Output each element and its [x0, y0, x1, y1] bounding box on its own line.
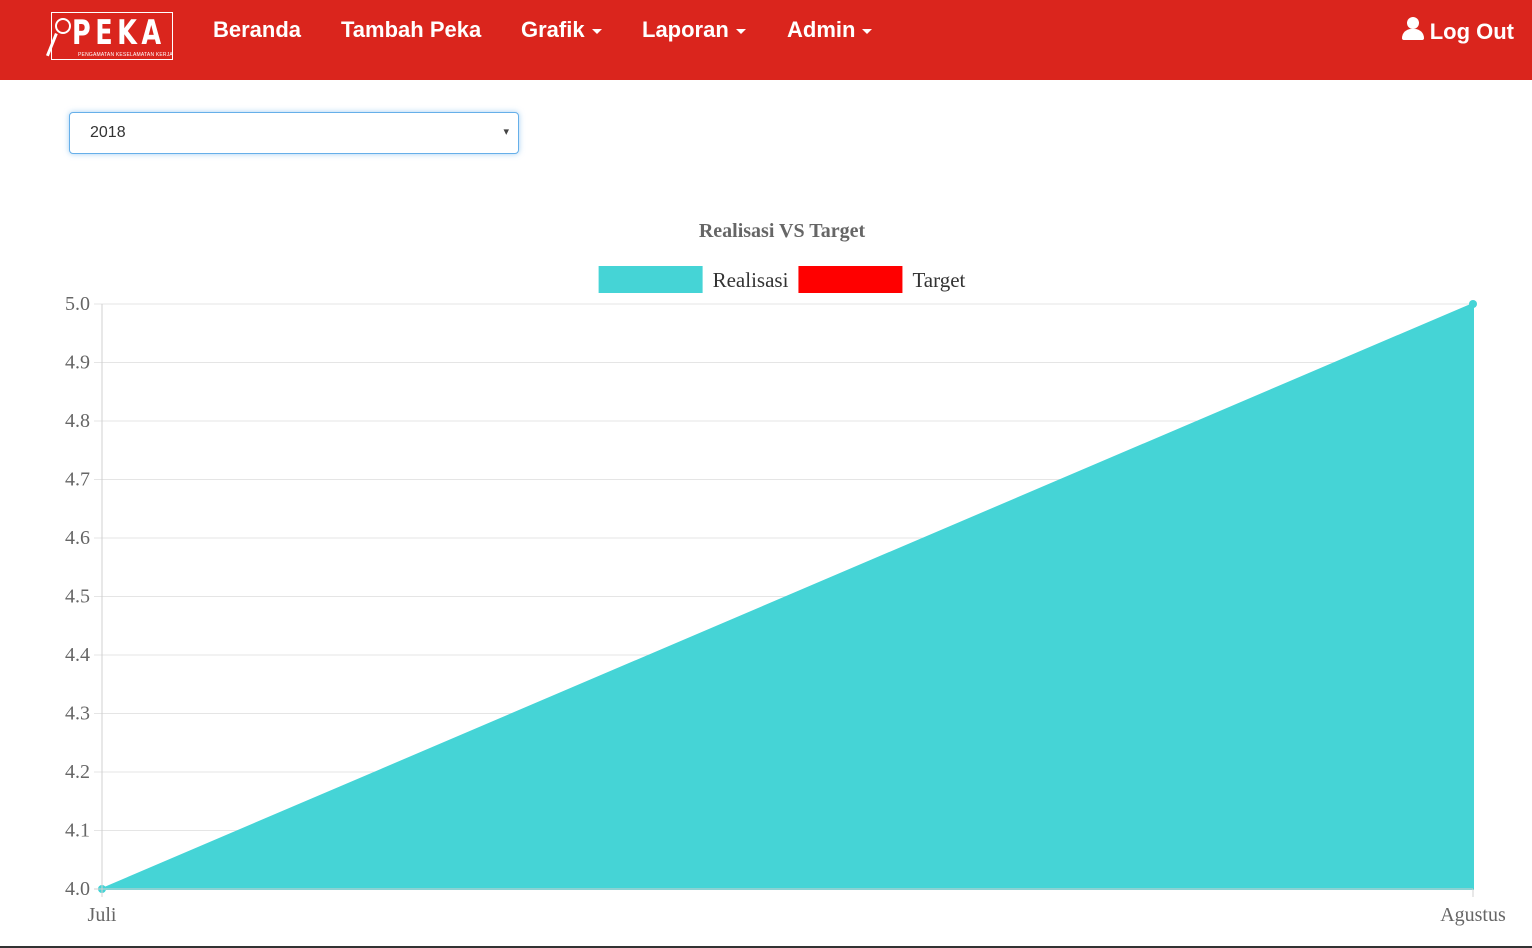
- y-tick-label: 4.2: [65, 761, 90, 783]
- y-tick-label: 5.0: [65, 293, 90, 315]
- y-tick-label: 4.9: [65, 352, 90, 374]
- chart-legend[interactable]: Realisasi Target: [598, 266, 966, 293]
- logo-subtitle: PENGAMATAN KESELAMATAN KERJA: [78, 52, 173, 58]
- y-tick-label: 4.3: [65, 703, 90, 725]
- data-point[interactable]: [1469, 300, 1477, 308]
- year-select-value: 2018: [90, 124, 126, 141]
- caret-down-icon: [591, 28, 602, 34]
- nav-item-laporan[interactable]: Laporan: [642, 17, 746, 43]
- magnifier-icon: [55, 18, 71, 34]
- caret-down-icon: [735, 28, 746, 34]
- logout-label: Log Out: [1429, 19, 1514, 44]
- y-tick-label: 4.5: [65, 586, 90, 608]
- y-tick-label: 4.7: [65, 469, 90, 491]
- y-tick-label: 4.6: [65, 527, 90, 549]
- nav-label: Admin: [787, 17, 856, 42]
- nav-item-admin[interactable]: Admin: [787, 17, 873, 43]
- legend-swatch-target[interactable]: [798, 266, 903, 293]
- nav-label: Beranda: [213, 17, 302, 42]
- year-select[interactable]: 2018 ▾: [69, 112, 519, 154]
- nav-item-beranda[interactable]: Beranda: [213, 17, 301, 43]
- y-tick-label: 4.4: [65, 644, 90, 666]
- x-tick-label: Juli: [88, 904, 117, 926]
- dropdown-arrow-icon: ▾: [503, 126, 509, 138]
- x-tick-label: Agustus: [1440, 904, 1506, 926]
- legend-label[interactable]: Target: [912, 268, 965, 292]
- y-tick-label: 4.1: [65, 820, 90, 842]
- navbar: PEKA PENGAMATAN KESELAMATAN KERJA Berand…: [0, 0, 1532, 80]
- magnifier-handle: [46, 33, 58, 57]
- nav-item-grafik[interactable]: Grafik: [521, 17, 602, 43]
- logout-button[interactable]: Log Out: [1401, 17, 1514, 47]
- user-icon: [1401, 17, 1424, 41]
- legend-label[interactable]: Realisasi: [713, 268, 789, 292]
- logo-text: PEKA: [72, 13, 166, 53]
- peka-logo[interactable]: PEKA PENGAMATAN KESELAMATAN KERJA: [46, 12, 173, 60]
- nav-label: Tambah Peka: [341, 17, 482, 42]
- y-tick-label: 4.8: [65, 410, 90, 432]
- nav-item-tambah-peka[interactable]: Tambah Peka: [341, 17, 481, 43]
- realisasi-target-chart: Realisasi VS Target Realisasi Target 4.0 4…: [65, 220, 1506, 926]
- nav-label: Grafik: [521, 17, 585, 42]
- legend-swatch-realisasi[interactable]: [598, 266, 703, 293]
- nav-label: Laporan: [642, 17, 729, 42]
- chart-title: Realisasi VS Target: [699, 220, 866, 242]
- caret-down-icon: [862, 28, 873, 34]
- y-tick-label: 4.0: [65, 878, 90, 900]
